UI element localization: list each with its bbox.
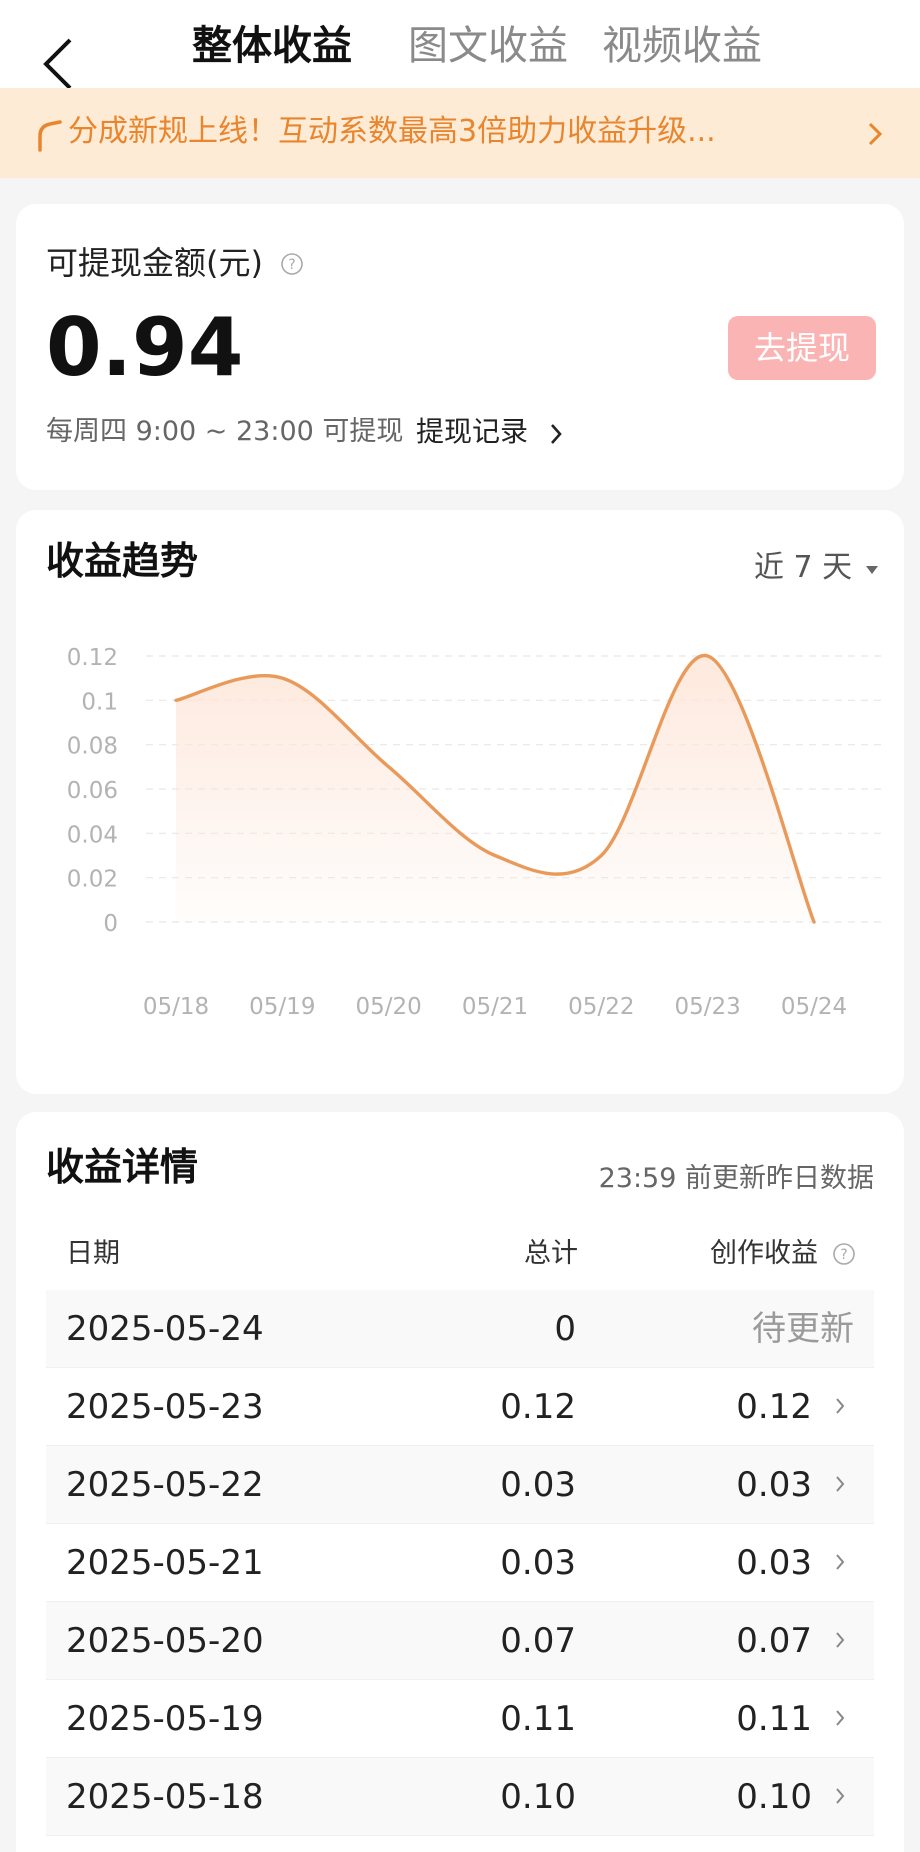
row-date: 2025-05-24 bbox=[66, 1309, 264, 1349]
column-header-date: 日期 bbox=[66, 1238, 120, 1269]
row-creation-earnings: 0.12 bbox=[736, 1387, 812, 1427]
column-header-creation-earnings: 创作收益 bbox=[710, 1238, 818, 1269]
help-icon[interactable]: ? bbox=[280, 252, 304, 276]
help-icon[interactable]: ? bbox=[832, 1242, 856, 1266]
chevron-right-icon[interactable] bbox=[548, 422, 564, 446]
trend-card: 0.12 0.1 0.08 0.06 0.04 0.02 0 05/18 05/19 05/20 0… bbox=[16, 510, 904, 1094]
chevron-right-icon bbox=[868, 122, 883, 146]
y-tick-label: 0.12 bbox=[67, 645, 118, 671]
row-date: 2025-05-19 bbox=[66, 1699, 264, 1739]
row-total: 0.07 bbox=[500, 1621, 576, 1661]
tab-overall-earnings[interactable]: 整体收益 bbox=[192, 20, 352, 72]
row-creation-earnings: 0.07 bbox=[736, 1621, 812, 1661]
chevron-right-icon[interactable] bbox=[834, 1474, 846, 1494]
chevron-left-icon[interactable] bbox=[40, 36, 80, 92]
balance-card: 可提现金额(元) ? 0.94 去提现 每周四 9:00 ~ 23:00 可提现… bbox=[16, 204, 904, 490]
earnings-area bbox=[176, 655, 814, 922]
y-tick-label: 0.1 bbox=[81, 689, 118, 715]
table-row[interactable]: 2025-05-22 0.03 0.03 bbox=[46, 1446, 874, 1524]
range-selector[interactable]: 近 7 天 bbox=[754, 548, 852, 588]
balance-amount: 0.94 bbox=[46, 301, 244, 394]
table-row: 2025-05-24 0 待更新 bbox=[46, 1290, 874, 1368]
x-tick-label: 05/20 bbox=[356, 994, 422, 1020]
row-total: 0.03 bbox=[500, 1543, 576, 1583]
chevron-right-icon[interactable] bbox=[834, 1396, 846, 1416]
chevron-right-icon[interactable] bbox=[834, 1786, 846, 1806]
horn-icon bbox=[38, 120, 62, 152]
row-date: 2025-05-21 bbox=[66, 1543, 264, 1583]
withdraw-button[interactable]: 去提现 bbox=[728, 316, 876, 380]
table-row[interactable]: 2025-05-23 0.12 0.12 bbox=[46, 1368, 874, 1446]
y-tick-label: 0 bbox=[103, 911, 118, 937]
chevron-right-icon[interactable] bbox=[834, 1630, 846, 1650]
row-total: 0.10 bbox=[500, 1777, 576, 1817]
earnings-trend-chart: 0.12 0.1 0.08 0.06 0.04 0.02 0 05/18 05/19 05/20 0… bbox=[67, 645, 886, 1020]
y-tick-label: 0.06 bbox=[67, 778, 118, 804]
announcement-banner[interactable]: 分成新规上线！互动系数最高3倍助力收益升级... bbox=[0, 88, 920, 178]
withdraw-schedule: 每周四 9:00 ~ 23:00 可提现 bbox=[46, 416, 404, 447]
y-tick-label: 0.04 bbox=[67, 822, 118, 848]
column-header-total: 总计 bbox=[524, 1238, 578, 1269]
y-tick-label: 0.08 bbox=[67, 734, 118, 760]
table-row[interactable]: 2025-05-21 0.03 0.03 bbox=[46, 1524, 874, 1602]
x-tick-label: 05/19 bbox=[249, 994, 315, 1020]
row-creation-earnings: 待更新 bbox=[752, 1309, 854, 1349]
table-row[interactable]: 2025-05-18 0.10 0.10 bbox=[46, 1758, 874, 1836]
row-total: 0.12 bbox=[500, 1387, 576, 1427]
row-total: 0.11 bbox=[500, 1699, 576, 1739]
row-creation-earnings: 0.03 bbox=[736, 1543, 812, 1583]
table-row[interactable]: 2025-05-19 0.11 0.11 bbox=[46, 1680, 874, 1758]
row-date: 2025-05-22 bbox=[66, 1465, 264, 1505]
svg-text:?: ? bbox=[840, 1247, 847, 1263]
top-bar: 整体收益 图文收益 视频收益 bbox=[0, 0, 920, 90]
withdraw-record-link[interactable]: 提现记录 bbox=[416, 412, 528, 452]
svg-text:?: ? bbox=[288, 257, 295, 273]
banner-text: 分成新规上线！互动系数最高3倍助力收益升级... bbox=[68, 114, 716, 149]
row-creation-earnings: 0.10 bbox=[736, 1777, 812, 1817]
row-creation-earnings: 0.11 bbox=[736, 1699, 812, 1739]
y-tick-label: 0.02 bbox=[67, 867, 118, 893]
chevron-right-icon[interactable] bbox=[834, 1708, 846, 1728]
x-tick-label: 05/22 bbox=[568, 994, 634, 1020]
update-note: 23:59 前更新昨日数据 bbox=[598, 1163, 874, 1194]
caret-down-icon[interactable] bbox=[864, 564, 880, 576]
detail-title: 收益详情 bbox=[46, 1145, 199, 1189]
row-date: 2025-05-23 bbox=[66, 1387, 264, 1427]
row-date: 2025-05-20 bbox=[66, 1621, 264, 1661]
x-tick-label: 05/21 bbox=[462, 994, 528, 1020]
balance-label: 可提现金额(元) bbox=[46, 244, 263, 282]
row-total: 0.03 bbox=[500, 1465, 576, 1505]
detail-table: 2025-05-24 0 待更新 2025-05-23 0.12 0.12 2025-05-… bbox=[46, 1290, 874, 1836]
x-tick-label: 05/24 bbox=[781, 994, 847, 1020]
table-row[interactable]: 2025-05-20 0.07 0.07 bbox=[46, 1602, 874, 1680]
chevron-right-icon[interactable] bbox=[834, 1552, 846, 1572]
tab-video-earnings[interactable]: 视频收益 bbox=[602, 20, 762, 72]
trend-title: 收益趋势 bbox=[46, 539, 199, 583]
row-total: 0 bbox=[554, 1309, 576, 1349]
row-creation-earnings: 0.03 bbox=[736, 1465, 812, 1505]
detail-card: 收益详情 23:59 前更新昨日数据 日期 总计 创作收益 ? 2025-05-… bbox=[16, 1112, 904, 1852]
tab-article-earnings[interactable]: 图文收益 bbox=[408, 20, 568, 72]
x-tick-label: 05/18 bbox=[143, 994, 209, 1020]
x-tick-label: 05/23 bbox=[675, 994, 741, 1020]
row-date: 2025-05-18 bbox=[66, 1777, 264, 1817]
